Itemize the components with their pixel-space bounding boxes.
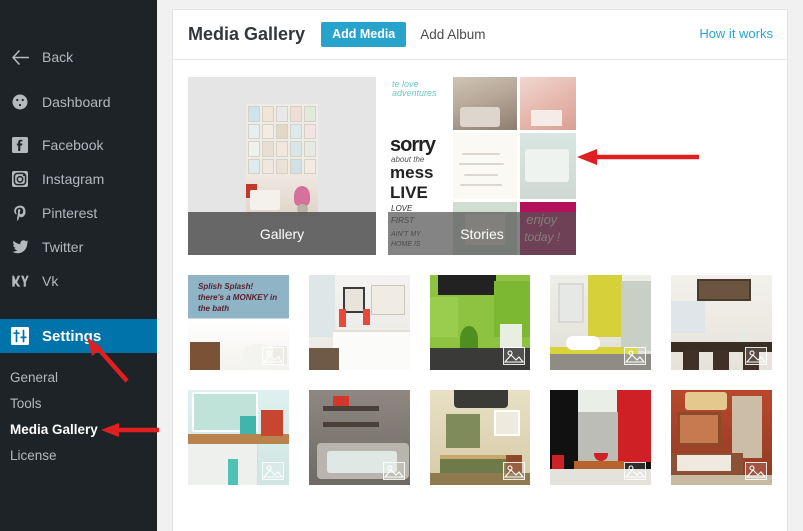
dashboard-icon (9, 92, 31, 112)
sidebar-item-label: Instagram (42, 171, 105, 187)
thumbnail-item[interactable] (671, 390, 772, 485)
sidebar-item-label: Settings (42, 327, 102, 345)
thumbnail-row: Splish Splash! there's a MONKEY in the ba… (188, 275, 772, 370)
gallery-cover-photo (246, 104, 318, 216)
album-tile-gallery[interactable]: Gallery (188, 77, 376, 255)
thumbnail-item[interactable] (550, 390, 652, 485)
collage-script-text: te love adventures (392, 79, 437, 98)
sidebar-item-label: Dashboard (42, 94, 111, 110)
image-placeholder-icon (261, 462, 284, 480)
thumbnail-item[interactable] (429, 390, 531, 485)
app-root: Back Dashboard Facebook Instagram Pinter… (0, 0, 803, 531)
thumbnail-row (188, 390, 772, 485)
sidebar-item-settings[interactable]: Settings (0, 319, 157, 353)
image-placeholder-icon (624, 462, 647, 480)
media-gallery-panel: Media Gallery Add Media Add Album How it… (172, 9, 788, 531)
sidebar-item-pinterest[interactable]: Pinterest (0, 196, 157, 230)
vk-icon (9, 271, 31, 291)
sidebar-item-label: Facebook (42, 137, 104, 153)
collage-mess-text: mess (390, 162, 434, 182)
album-tiles: Gallery te love adventures sorry about t… (188, 77, 772, 255)
collage-cell-living-room (452, 77, 518, 130)
sidebar-item-label: Pinterest (42, 205, 98, 221)
panel-header: Media Gallery Add Media Add Album How it… (173, 10, 787, 60)
admin-sidebar: Back Dashboard Facebook Instagram Pinter… (0, 0, 157, 531)
pinterest-icon (9, 203, 31, 223)
frame-wall-art (246, 104, 318, 176)
sidebar-item-twitter[interactable]: Twitter (0, 230, 157, 264)
instagram-icon (9, 169, 31, 189)
sidebar-item-vk[interactable]: Vk (0, 264, 157, 298)
image-placeholder-icon (624, 347, 647, 365)
gallery-flowers-art (294, 186, 310, 206)
settings-sliders-icon (9, 326, 31, 346)
collage-cell-script: te love adventures (388, 77, 450, 130)
image-placeholder-icon (744, 462, 767, 480)
collage-cell-sketch (452, 132, 518, 199)
thumbnail-item[interactable] (188, 390, 289, 485)
sidebar-subitem-general[interactable]: General (0, 364, 157, 390)
sidebar-subitem-label: License (10, 447, 57, 463)
thumbnail-item[interactable]: Splish Splash! there's a MONKEY in the ba… (188, 275, 289, 370)
add-media-button[interactable]: Add Media (321, 21, 407, 48)
page-title: Media Gallery (188, 24, 306, 44)
sidebar-subitem-label: Tools (10, 395, 42, 411)
album-tile-caption: Gallery (188, 212, 376, 255)
sidebar-item-back[interactable]: Back (0, 40, 157, 74)
sidebar-subitem-tools[interactable]: Tools (0, 390, 157, 416)
sidebar-item-label: Vk (42, 273, 59, 289)
gallery-sofa-art (250, 190, 280, 210)
collage-sorry-text: sorry (390, 133, 436, 156)
how-it-works-link[interactable]: How it works (699, 26, 773, 41)
panel-body: Gallery te love adventures sorry about t… (173, 60, 787, 485)
image-placeholder-icon (744, 347, 767, 365)
album-tile-stories[interactable]: te love adventures sorry about the mess … (388, 77, 576, 255)
thumbnail-item[interactable] (671, 275, 772, 370)
thumbnail-item[interactable] (308, 390, 410, 485)
sidebar-item-label: Twitter (42, 239, 84, 255)
collage-cell-sorry-quote: sorry about the mess LIVE (388, 132, 450, 199)
sidebar-item-dashboard[interactable]: Dashboard (0, 85, 157, 119)
facebook-icon (9, 135, 31, 155)
sidebar-subitem-label: General (10, 369, 59, 385)
image-placeholder-icon (382, 462, 405, 480)
sidebar-subitem-label: Media Gallery (10, 421, 98, 437)
collage-cell-hooks (520, 132, 576, 199)
collage-cell-vanity (520, 77, 576, 130)
image-placeholder-icon (503, 347, 526, 365)
arrow-left-icon (9, 47, 31, 67)
twitter-icon (9, 237, 31, 257)
sidebar-subitem-license[interactable]: License (0, 442, 157, 468)
collage-live-text: LIVE (390, 182, 428, 199)
sidebar-item-facebook[interactable]: Facebook (0, 128, 157, 162)
thumbnail-item[interactable] (550, 275, 652, 370)
sidebar-subitem-media-gallery[interactable]: Media Gallery (0, 416, 157, 442)
album-tile-caption: Stories (388, 212, 576, 255)
thumbnail-item[interactable] (308, 275, 410, 370)
add-album-button[interactable]: Add Album (420, 27, 485, 42)
sidebar-item-instagram[interactable]: Instagram (0, 162, 157, 196)
image-placeholder-icon (503, 462, 526, 480)
thumbnail-item[interactable] (429, 275, 531, 370)
sidebar-item-label: Back (42, 49, 74, 65)
image-placeholder-icon (261, 347, 284, 365)
thumb-quote-text: Splish Splash! there's a MONKEY in the ba… (198, 282, 278, 313)
